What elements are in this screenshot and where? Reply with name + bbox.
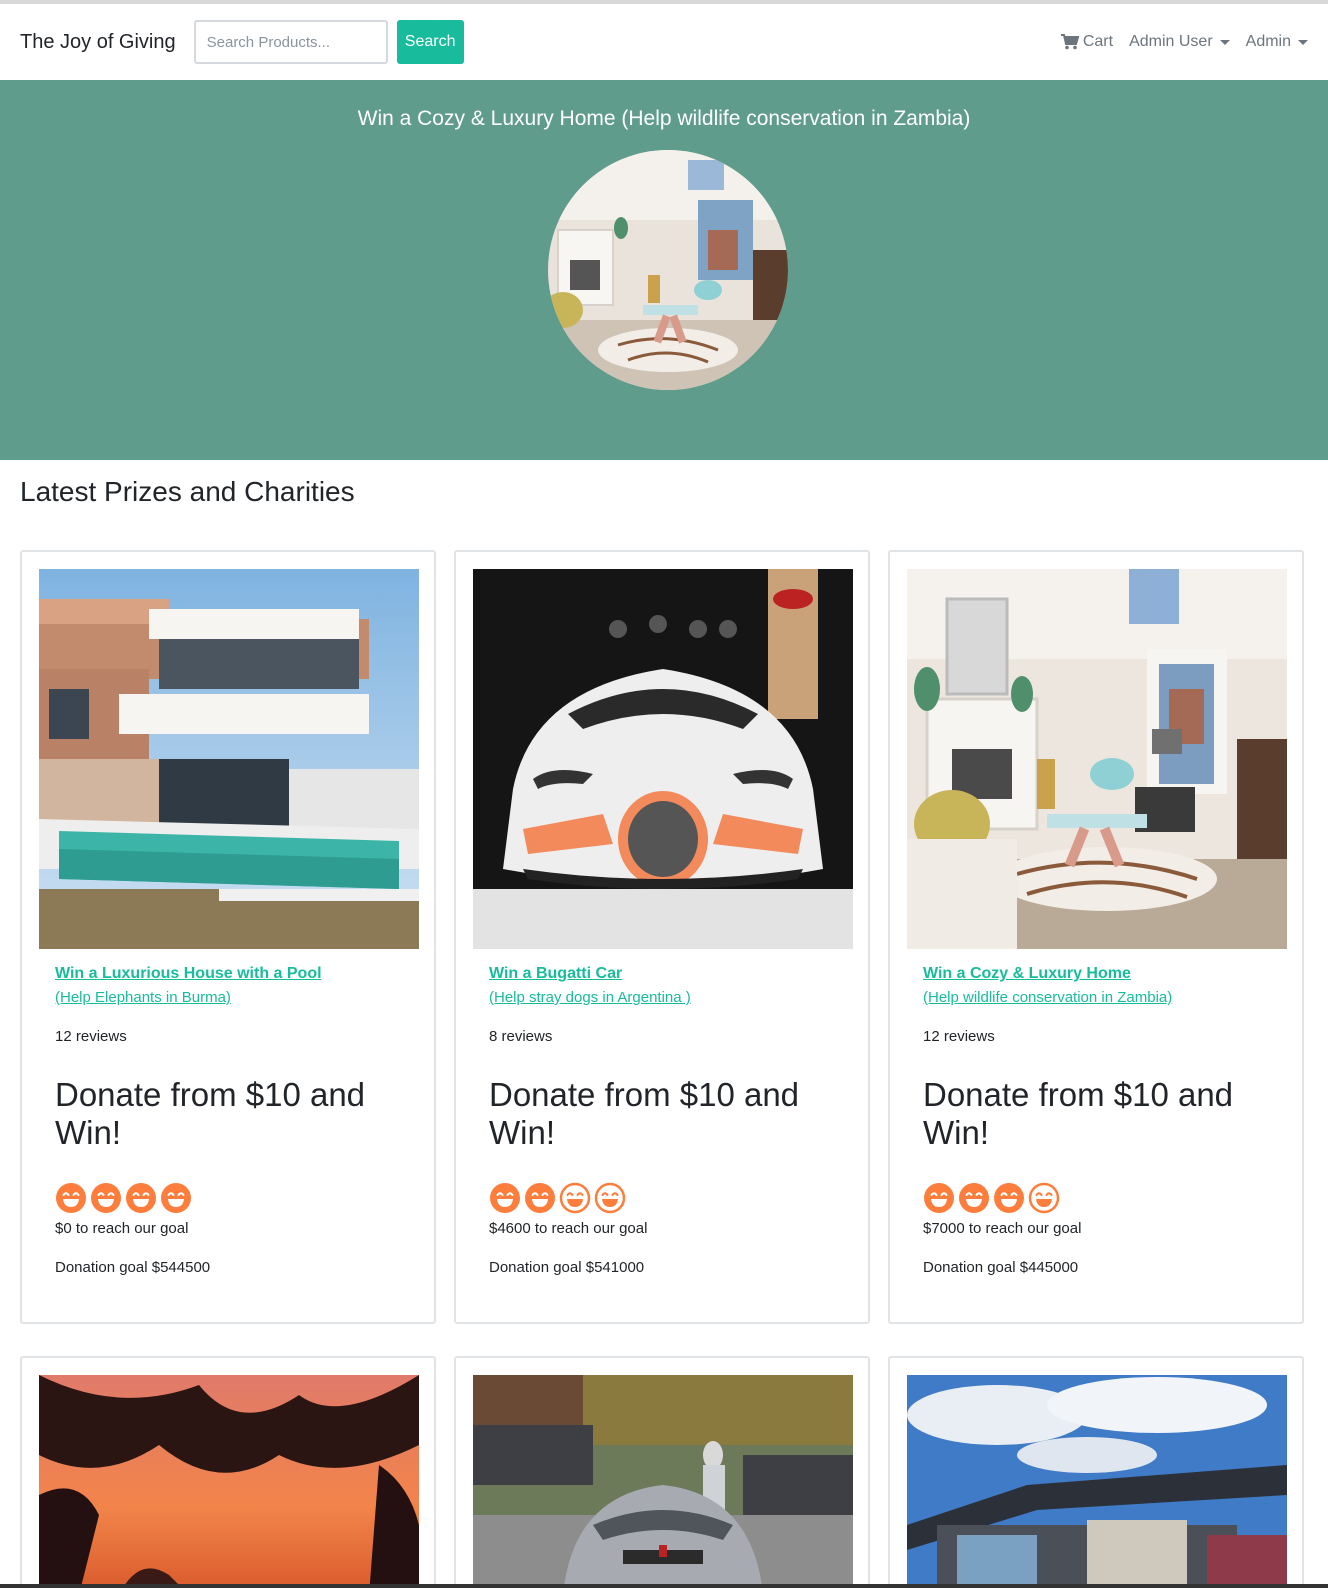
navbar: The Joy of Giving Search Cart Admin User… <box>0 4 1328 80</box>
porsche-car-photo <box>473 1375 853 1588</box>
product-title-link[interactable]: Win a Luxurious House with a Pool <box>55 962 414 986</box>
product-card: Win a Luxurious House with a Pool (Help … <box>20 550 436 1324</box>
bugatti-car-photo <box>473 569 853 949</box>
chevron-down-icon <box>1219 39 1230 45</box>
charity-link[interactable]: (Help wildlife conservation in Zambia) <box>923 986 1282 1010</box>
house-with-pool-photo <box>39 569 419 949</box>
product-card <box>20 1356 436 1588</box>
donation-goal-text: Donation goal $544500 <box>55 1259 211 1276</box>
charity-link[interactable]: (Help stray dogs in Argentina ) <box>489 986 848 1010</box>
reach-goal-text: $4600 to reach our goal <box>489 1220 648 1237</box>
section-title: Latest Prizes and Charities <box>20 476 355 507</box>
living-room-photo <box>548 150 788 390</box>
cart-label: Cart <box>1082 33 1114 50</box>
card-body: Win a Bugatti Car (Help stray dogs in Ar… <box>489 962 848 1279</box>
rating-smileys <box>55 1182 414 1214</box>
smiley-filled-icon <box>91 1183 121 1213</box>
search-button[interactable]: Search <box>396 20 464 64</box>
hero-image[interactable] <box>548 150 788 390</box>
smiley-filled-icon <box>161 1183 191 1213</box>
cart-link[interactable]: Cart <box>1060 33 1114 51</box>
smiley-filled-icon <box>525 1183 555 1213</box>
reach-goal-text: $0 to reach our goal <box>55 1220 189 1237</box>
reviews-count: 8 reviews <box>489 1028 553 1045</box>
product-image[interactable] <box>473 569 853 949</box>
smiley-filled-icon <box>994 1183 1024 1213</box>
rating-smileys <box>923 1182 1282 1214</box>
smiley-filled-icon <box>126 1183 156 1213</box>
product-image[interactable] <box>39 569 419 949</box>
product-title-link[interactable]: Win a Bugatti Car <box>489 962 848 986</box>
admin-menu-label: Admin <box>1245 33 1291 50</box>
admin-menu-dropdown[interactable]: Admin <box>1246 33 1308 51</box>
bottom-border <box>0 1584 1328 1588</box>
card-body: Win a Cozy & Luxury Home (Help wildlife … <box>923 962 1282 1279</box>
product-title-link[interactable]: Win a Cozy & Luxury Home <box>923 962 1282 986</box>
product-card <box>888 1356 1304 1588</box>
card-body: Win a Luxurious House with a Pool (Help … <box>55 962 414 1279</box>
product-image[interactable] <box>907 569 1287 949</box>
user-menu-dropdown[interactable]: Admin User <box>1129 33 1230 51</box>
smiley-filled-icon <box>959 1183 989 1213</box>
smiley-filled-icon <box>56 1183 86 1213</box>
sunset-palms-photo <box>39 1375 419 1588</box>
donate-headline: Donate from $10 and Win! <box>489 1076 800 1151</box>
nav-right: Cart Admin User Admin <box>1060 33 1308 51</box>
product-card <box>454 1356 870 1588</box>
smiley-outline-icon <box>1028 1182 1060 1214</box>
smiley-outline-icon <box>559 1182 591 1214</box>
product-card: Win a Cozy & Luxury Home (Help wildlife … <box>888 550 1304 1324</box>
hero-carousel[interactable]: Win a Cozy & Luxury Home (Help wildlife … <box>0 80 1328 460</box>
product-image[interactable] <box>473 1375 853 1588</box>
modern-house-photo <box>907 1375 1287 1588</box>
hero-title[interactable]: Win a Cozy & Luxury Home (Help wildlife … <box>0 107 1328 131</box>
search-input[interactable] <box>193 20 388 64</box>
smiley-filled-icon <box>924 1183 954 1213</box>
product-image[interactable] <box>907 1375 1287 1588</box>
product-image[interactable] <box>39 1375 419 1588</box>
donation-goal-text: Donation goal $445000 <box>923 1259 1079 1276</box>
cart-icon <box>1060 34 1079 50</box>
reviews-count: 12 reviews <box>55 1028 127 1045</box>
donation-goal-text: Donation goal $541000 <box>489 1259 645 1276</box>
product-card: Win a Bugatti Car (Help stray dogs in Ar… <box>454 550 870 1324</box>
smiley-filled-icon <box>490 1183 520 1213</box>
smiley-outline-icon <box>594 1182 626 1214</box>
brand-link[interactable]: The Joy of Giving <box>20 31 176 54</box>
donate-headline: Donate from $10 and Win! <box>923 1076 1234 1151</box>
user-menu-label: Admin User <box>1129 33 1213 50</box>
charity-link[interactable]: (Help Elephants in Burma) <box>55 986 414 1010</box>
donate-headline: Donate from $10 and Win! <box>55 1076 366 1151</box>
reviews-count: 12 reviews <box>923 1028 995 1045</box>
rating-smileys <box>489 1182 848 1214</box>
living-room-photo <box>907 569 1287 949</box>
chevron-down-icon <box>1298 39 1308 45</box>
reach-goal-text: $7000 to reach our goal <box>923 1220 1082 1237</box>
